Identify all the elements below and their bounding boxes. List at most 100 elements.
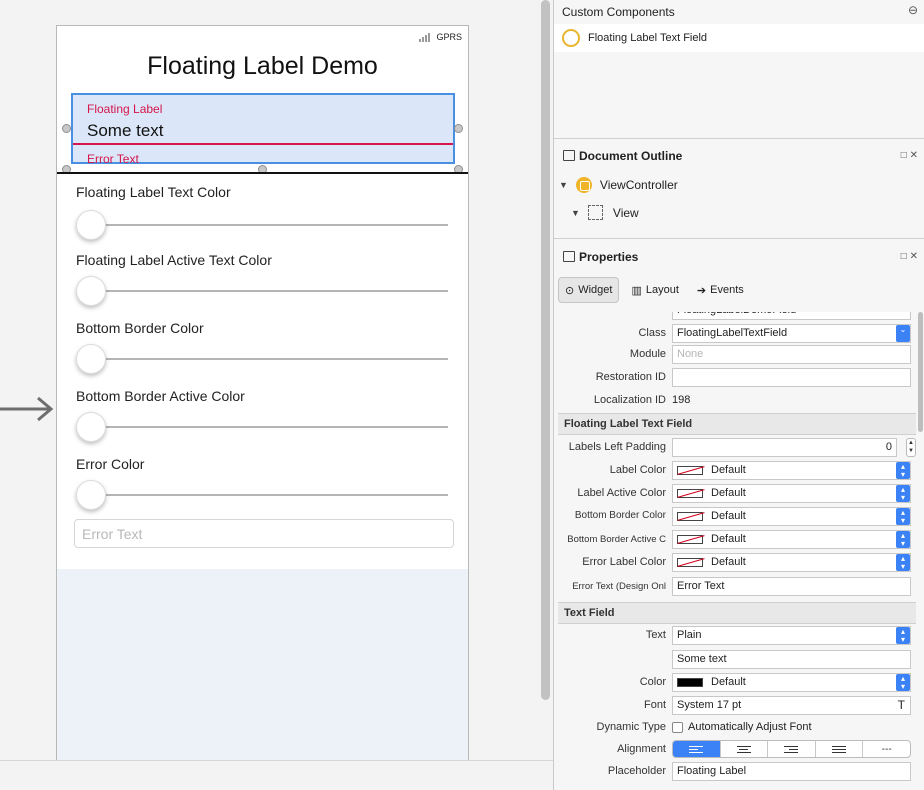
resize-handle-left[interactable] bbox=[62, 124, 71, 133]
component-item-floating-label-text-field[interactable]: Floating Label Text Field bbox=[554, 24, 924, 52]
control-label-error-color: Error Color bbox=[76, 456, 145, 472]
inspector-panel: Custom Components ⊖ Floating Label Text … bbox=[553, 0, 924, 790]
slider-bottom-border-active-color[interactable] bbox=[76, 411, 448, 443]
slider-active-text-color[interactable] bbox=[76, 275, 448, 307]
demo-title-label[interactable]: Floating Label Demo bbox=[57, 52, 468, 81]
label-active-color-popup[interactable]: Default ▴ ▾ bbox=[672, 484, 911, 503]
disclosure-triangle-icon[interactable]: ▼ bbox=[571, 208, 580, 218]
module-field[interactable]: None bbox=[672, 345, 911, 364]
chevron-updown-icon[interactable]: ▴ ▾ bbox=[896, 508, 910, 525]
black-color-swatch-icon bbox=[677, 677, 703, 687]
stepper-icon[interactable]: ▲ ▼ bbox=[906, 438, 916, 457]
prop-row-class: Class FloatingLabelTextField ⌄ bbox=[554, 323, 916, 345]
no-color-swatch-icon bbox=[677, 557, 703, 567]
view-controller-icon bbox=[575, 177, 592, 193]
outline-item-view[interactable]: ▼ View bbox=[571, 205, 639, 220]
scene-view[interactable]: GPRS Floating Label Demo Floating Label … bbox=[57, 26, 468, 569]
error-text-field[interactable]: Error Text bbox=[672, 577, 911, 596]
align-left-icon[interactable] bbox=[673, 741, 720, 757]
outline-item-viewcontroller[interactable]: ▼ ViewController bbox=[559, 177, 678, 193]
carrier-label: GPRS bbox=[436, 32, 462, 42]
slider-thumb[interactable] bbox=[76, 344, 106, 374]
properties-title: Properties bbox=[579, 250, 639, 264]
chevron-updown-icon[interactable]: ▴ ▾ bbox=[896, 674, 910, 691]
prop-row-color: Color Default ▴ ▾ bbox=[554, 672, 916, 694]
no-color-swatch-icon bbox=[677, 465, 703, 475]
disclosure-triangle-icon[interactable]: ▼ bbox=[559, 180, 568, 190]
restoration-id-field[interactable] bbox=[672, 368, 911, 387]
slider-thumb[interactable] bbox=[76, 276, 106, 306]
slider-text-color[interactable] bbox=[76, 209, 448, 241]
slider-error-color[interactable] bbox=[76, 479, 448, 511]
bottom-border-active-popup[interactable]: Default ▴ ▾ bbox=[672, 530, 911, 549]
text-field-group-header[interactable]: Text Field bbox=[558, 602, 916, 624]
chevron-updown-icon[interactable]: ▴ ▾ bbox=[896, 485, 910, 502]
floating-group-header[interactable]: Floating Label Text Field bbox=[558, 413, 916, 435]
class-combo[interactable]: FloatingLabelTextField ⌄ bbox=[672, 324, 911, 343]
slider-thumb[interactable] bbox=[76, 480, 106, 510]
properties-scrollbar[interactable] bbox=[918, 312, 923, 432]
prop-row-bottom-border-color: Bottom Border Color Default ▴ ▾ bbox=[554, 506, 916, 528]
events-icon: ➔ bbox=[696, 284, 707, 297]
align-right-icon[interactable] bbox=[767, 741, 815, 757]
view-controller-scene[interactable]: GPRS Floating Label Demo Floating Label … bbox=[56, 25, 469, 765]
prop-row-error-label-color: Error Label Color Default ▴ ▾ bbox=[554, 552, 916, 574]
error-label-color-popup[interactable]: Default ▴ ▾ bbox=[672, 553, 911, 572]
prop-row-bottom-border-active: Bottom Border Active C Default ▴ ▾ bbox=[554, 529, 916, 551]
custom-components-section bbox=[554, 0, 924, 138]
panel-maximize-close-icon[interactable]: □ ✕ bbox=[901, 251, 918, 262]
component-name: Floating Label Text Field bbox=[588, 32, 708, 44]
divider bbox=[554, 238, 924, 239]
outline-item-label: ViewController bbox=[599, 178, 678, 192]
dynamic-type-checkbox[interactable]: Automatically Adjust Font bbox=[672, 721, 812, 733]
slider-bottom-border-color[interactable] bbox=[76, 343, 448, 375]
no-color-swatch-icon bbox=[677, 488, 703, 498]
prop-row-error-text: Error Text (Design Onl Error Text bbox=[554, 576, 916, 598]
text-content-field[interactable]: Some text bbox=[672, 650, 911, 669]
font-picker-icon[interactable]: T bbox=[898, 698, 905, 712]
error-text-input[interactable] bbox=[74, 519, 454, 548]
chevron-updown-icon[interactable]: ▴ ▾ bbox=[896, 627, 910, 644]
tab-layout[interactable]: ▥ Layout bbox=[625, 277, 684, 303]
chevron-updown-icon[interactable]: ▴ ▾ bbox=[896, 531, 910, 548]
chevron-down-icon[interactable]: ⌄ bbox=[896, 325, 910, 342]
signal-icon bbox=[419, 32, 431, 42]
error-label: Error Text bbox=[87, 152, 139, 166]
prop-row-font: Font System 17 pt T bbox=[554, 695, 916, 717]
resize-handle-right[interactable] bbox=[454, 124, 463, 133]
collapse-icon[interactable]: ⊖ bbox=[908, 3, 918, 17]
storyboard-canvas[interactable]: GPRS Floating Label Demo Floating Label … bbox=[0, 0, 553, 790]
tab-events[interactable]: ➔ Events bbox=[691, 277, 750, 303]
floating-label: Floating Label bbox=[87, 102, 163, 116]
prop-row-partial: FloatingLabelDemoField bbox=[554, 312, 916, 322]
label-color-popup[interactable]: Default ▴ ▾ bbox=[672, 461, 911, 480]
panel-maximize-close-icon[interactable]: □ ✕ bbox=[901, 150, 918, 161]
labels-left-padding-field[interactable]: 0 bbox=[672, 438, 897, 457]
text-type-popup[interactable]: Plain ▴ ▾ bbox=[672, 626, 911, 645]
prop-row-text-content: Some text bbox=[554, 649, 916, 671]
slider-thumb[interactable] bbox=[76, 412, 106, 442]
floating-label-text-field[interactable]: Floating Label Some text Error Text bbox=[71, 93, 455, 166]
checkbox-icon[interactable] bbox=[672, 721, 683, 733]
align-natural-option[interactable]: --- bbox=[862, 741, 910, 757]
placeholder-field[interactable]: Floating Label bbox=[672, 762, 911, 781]
outline-item-label: View bbox=[612, 205, 639, 220]
align-justify-icon[interactable] bbox=[814, 741, 863, 757]
text-color-popup[interactable]: Default ▴ ▾ bbox=[672, 673, 911, 692]
prop-row-label-active-color: Label Active Color Default ▴ ▾ bbox=[554, 483, 916, 505]
tab-widget[interactable]: ⊙ Widget bbox=[558, 277, 620, 303]
properties-tabs: ⊙ Widget ▥ Layout ➔ Events bbox=[558, 277, 750, 304]
partial-field[interactable]: FloatingLabelDemoField bbox=[672, 312, 911, 320]
prop-row-module: Module None bbox=[554, 344, 916, 366]
slider-thumb[interactable] bbox=[76, 210, 106, 240]
chevron-updown-icon[interactable]: ▴ ▾ bbox=[896, 462, 910, 479]
no-color-swatch-icon bbox=[677, 511, 703, 521]
chevron-updown-icon[interactable]: ▴ ▾ bbox=[896, 554, 910, 571]
bottom-border-color-popup[interactable]: Default ▴ ▾ bbox=[672, 507, 911, 526]
properties-list[interactable]: FloatingLabelDemoField Class FloatingLab… bbox=[554, 312, 916, 790]
alignment-segmented-control[interactable]: --- bbox=[672, 740, 911, 758]
font-field[interactable]: System 17 pt T bbox=[672, 696, 911, 715]
align-center-icon[interactable] bbox=[719, 741, 768, 757]
canvas-vertical-scrollbar[interactable] bbox=[541, 0, 550, 700]
control-label-bottom-border-color: Bottom Border Color bbox=[76, 320, 204, 336]
